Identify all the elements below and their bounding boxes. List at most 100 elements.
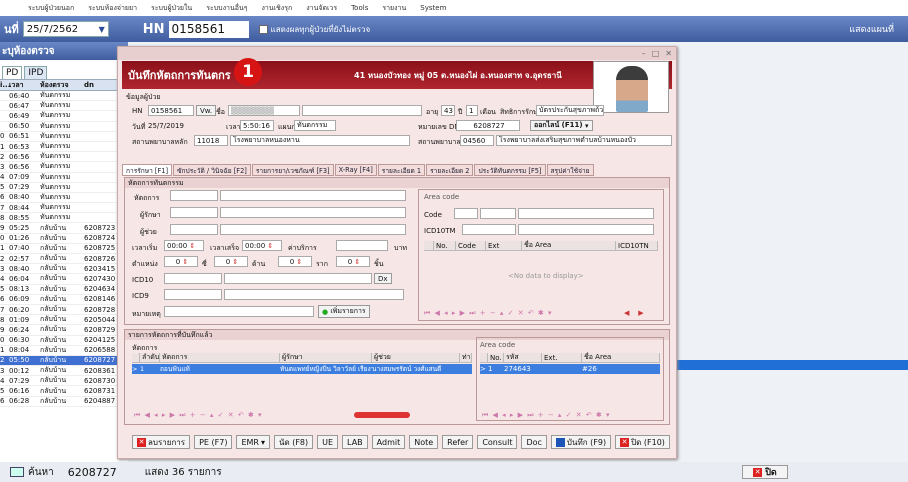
close-icon[interactable]: ✕ — [665, 49, 672, 58]
menu-item-proactive[interactable]: งานเชิงรุก — [262, 3, 293, 14]
col-header-time[interactable]: เวลา — [9, 80, 40, 91]
icd9-code-field[interactable] — [164, 289, 222, 300]
saved-grid-navigator[interactable]: ⏮ ◀ ◂ ▸ ▶ ⏭ + − ▴ ✓ ✕ ↶ ✱ ▾ — [134, 411, 263, 421]
dx-button[interactable]: Dx — [374, 273, 392, 284]
procedure-code-field[interactable] — [170, 190, 218, 201]
dn-field[interactable]: 6208727 — [456, 120, 520, 131]
menu-item-report[interactable]: รายงาน — [382, 3, 406, 14]
spin-icon[interactable]: ⇕ — [182, 258, 188, 266]
area-grid-col-ext[interactable]: Ext — [486, 241, 522, 250]
col-header-room[interactable]: ห้องตรวจ — [40, 80, 84, 91]
main-hosp-code-field[interactable]: 11018 — [194, 135, 228, 146]
spin-icon[interactable]: ⇕ — [296, 258, 302, 266]
sec-hosp-name-field[interactable]: โรงพยาบาลส่งเสริมสุขภาพตำบลบ้านหนองบัว — [496, 135, 672, 146]
doctor-name-field[interactable] — [220, 207, 406, 218]
icd10tm-name-field[interactable] — [518, 224, 654, 235]
date-picker[interactable]: 25/7/2562 ▼ — [22, 21, 109, 37]
area-grid-navigator[interactable]: ⏮ ◀ ◂ ▸ ▶ ⏭ + − ▴ ✓ ✕ ↶ ✱ ▾ — [424, 309, 553, 319]
saved-col-position[interactable]: ท่า — [460, 353, 472, 362]
close-dialog-button[interactable]: ✕ ปิด (F10) — [615, 435, 670, 449]
end-time-field[interactable]: 00:00 ⇕ — [242, 240, 282, 251]
show-map-button[interactable]: แสดงแผนที่ — [849, 22, 894, 36]
spin-icon[interactable]: ⇕ — [267, 242, 273, 250]
right-field[interactable]: บัตรประกันสุขภาพถ้วนหน้า(UCS — [536, 105, 604, 116]
spin-icon[interactable]: ⇕ — [354, 258, 360, 266]
menu-item-shift[interactable]: งานจัดเวร — [306, 3, 337, 14]
tooth-count-field[interactable]: 0 ⇕ — [164, 256, 198, 267]
search-label[interactable]: ค้นหา — [28, 465, 54, 480]
ue-button[interactable]: UE — [317, 435, 339, 449]
show-all-checkbox[interactable]: แสดงผลทุกผู้ป่วยที่ยังไม่ตรวจ — [258, 23, 370, 36]
area-grid-col-no[interactable]: No. — [434, 241, 456, 250]
close-main-button[interactable]: ✕ ปิด — [742, 465, 788, 479]
area2-row[interactable]: > 1 274643 #26 — [480, 364, 660, 374]
area-name-field[interactable] — [518, 208, 654, 219]
menu-item-tools[interactable]: Tools — [351, 4, 368, 12]
visit-time-field[interactable]: 5:50:16 — [240, 120, 274, 131]
age-years-field[interactable]: 43 — [441, 105, 455, 116]
tab-detail-1[interactable]: รายละเอียด 1 — [377, 164, 426, 176]
tab-treatment[interactable]: การรักษา [F1] — [122, 164, 173, 176]
note-field[interactable] — [164, 306, 314, 317]
note-button[interactable]: Note — [409, 435, 439, 449]
age-months-field[interactable]: 1 — [466, 105, 478, 116]
start-time-field[interactable]: 00:00 ⇕ — [164, 240, 204, 251]
checkbox-icon[interactable] — [258, 24, 268, 34]
tab-cost-summary[interactable]: สรุปค่าใช้จ่าย — [546, 164, 594, 176]
patient-surname-field[interactable] — [302, 105, 422, 116]
doctor-code-field[interactable] — [170, 207, 218, 218]
tab-drugs[interactable]: รายการยา/เวชภัณฑ์ [F3] — [251, 164, 334, 176]
admit-button[interactable]: Admit — [371, 435, 406, 449]
area2-col-name[interactable]: ชื่อ Area — [582, 353, 660, 362]
tab-history-diagnosis[interactable]: ซักประวัติ / วินิจฉัย [F2] — [173, 164, 251, 176]
procedure-name-field[interactable] — [220, 190, 406, 201]
menu-item-pharmacy[interactable]: ระบบห้องจ่ายยา — [88, 3, 137, 14]
lab-button[interactable]: LAB — [342, 435, 368, 449]
online-button[interactable]: ออกไลน์ (F11) ▾ — [530, 120, 593, 131]
spin-icon[interactable]: ⇕ — [189, 242, 195, 250]
dept-field[interactable]: ทันตกรรม — [294, 120, 336, 131]
tab-ipd[interactable]: IPD — [24, 66, 48, 79]
area2-grid-navigator[interactable]: ⏮ ◀ ◂ ▸ ▶ ⏭ + − ▴ ✓ ✕ ↶ ✱ ▾ — [482, 411, 611, 421]
scroll-arrows[interactable]: ◀ ▶ — [624, 309, 644, 317]
emr-button[interactable]: EMR ▾ — [236, 435, 270, 449]
saved-col-order[interactable]: ลำดับ — [140, 353, 160, 362]
minimize-icon[interactable]: – — [642, 49, 646, 58]
tab-xray[interactable]: X-Ray [F4] — [334, 164, 377, 176]
piece-count-field[interactable]: 0 ⇕ — [336, 256, 370, 267]
fee-field[interactable] — [336, 240, 388, 251]
tab-dental-history[interactable]: ประวัติทันตกรรม [F5] — [474, 164, 546, 176]
sec-hosp-code-field[interactable]: 04560 — [460, 135, 494, 146]
assistant-code-field[interactable] — [170, 224, 218, 235]
area-grid-col-code[interactable]: Code — [456, 241, 486, 250]
maximize-icon[interactable]: □ — [652, 49, 660, 58]
icd10tm-code-field[interactable] — [462, 224, 516, 235]
pe-button[interactable]: PE (F7) — [194, 435, 233, 449]
area-code-field-2[interactable] — [480, 208, 516, 219]
refer-button[interactable]: Refer — [442, 435, 474, 449]
menu-item-opd[interactable]: ระบบผู้ป่วยนอก — [28, 3, 74, 14]
search-icon[interactable] — [10, 467, 24, 477]
icd9-name-field[interactable] — [224, 289, 404, 300]
area2-col-code[interactable]: รหัส — [504, 353, 542, 362]
horizontal-scrollbar[interactable] — [354, 412, 410, 418]
patient-hn-field[interactable]: 0158561 — [148, 105, 194, 116]
tab-detail-2[interactable]: รายละเอียด 2 — [426, 164, 474, 176]
saved-col-doctor[interactable]: ผู้รักษา — [280, 353, 372, 362]
menu-item-system[interactable]: System — [420, 4, 446, 12]
area2-col-ext[interactable]: Ext. — [542, 353, 582, 362]
area-grid-col-name[interactable]: ชื่อ Area — [522, 241, 616, 250]
root-count-field[interactable]: 0 ⇕ — [278, 256, 312, 267]
delete-item-button[interactable]: ✕ ลบรายการ — [132, 435, 191, 449]
area-grid-col-icd10tm[interactable]: ICD10TN — [616, 241, 658, 250]
icd10-name-field[interactable] — [224, 273, 372, 284]
menu-item-ipd[interactable]: ระบบผู้ป่วยใน — [151, 3, 192, 14]
add-item-button[interactable]: ● เพิ่มรายการ — [318, 305, 370, 318]
main-hosp-name-field[interactable]: โรงพยาบาลหนองหาน — [230, 135, 410, 146]
area2-col-no[interactable]: No. — [488, 353, 504, 362]
hn-input[interactable]: 0158561 — [168, 20, 249, 38]
saved-col-assistant[interactable]: ผู้ช่วย — [372, 353, 460, 362]
spin-icon[interactable]: ⇕ — [232, 258, 238, 266]
area-code-field-1[interactable] — [454, 208, 478, 219]
appointment-button[interactable]: นัด (F8) — [273, 435, 314, 449]
